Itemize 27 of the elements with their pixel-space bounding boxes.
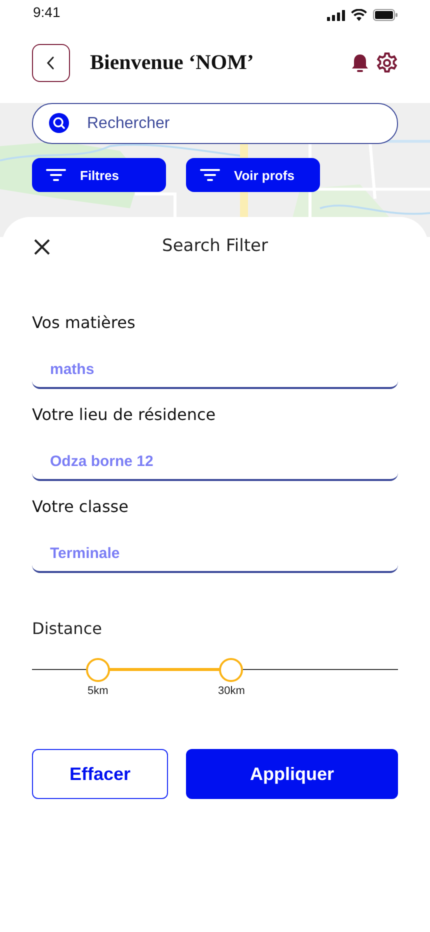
slider-thumb[interactable] [219, 658, 244, 682]
sheet-title: Search Filter [162, 236, 268, 256]
slider-thumb[interactable] [86, 658, 110, 682]
clear-button[interactable]: Effacer [32, 749, 168, 799]
chevron-left-icon [46, 56, 56, 70]
signal-icon [327, 10, 345, 20]
close-icon[interactable] [34, 239, 50, 255]
bell-icon[interactable] [350, 52, 370, 72]
field-label: Votre lieu de résidence [32, 405, 217, 425]
distance-reading: 5km [87, 685, 108, 697]
field-label: Vos matières [32, 313, 136, 333]
filter-button[interactable]: Voir profs [186, 158, 320, 192]
field-label: Votre classe [32, 497, 130, 517]
distance-slider[interactable]: 5km 30km [32, 647, 398, 697]
filter-icon [200, 168, 220, 182]
filter-button[interactable]: Filtres [32, 158, 166, 192]
battery-icon [373, 9, 398, 21]
distance-reading: 30km [218, 685, 245, 697]
back-button[interactable] [32, 44, 70, 82]
status-time: 9:41 [33, 4, 60, 20]
settings-icon[interactable] [376, 52, 398, 74]
filter-icon [46, 168, 66, 182]
wifi-icon [351, 9, 367, 21]
search-field[interactable]: Rechercher [32, 103, 398, 144]
apply-button[interactable]: Appliquer [186, 749, 398, 799]
page-title: Bienvenue ‘NOM’ [90, 50, 255, 75]
distance-label: Distance [32, 619, 102, 638]
